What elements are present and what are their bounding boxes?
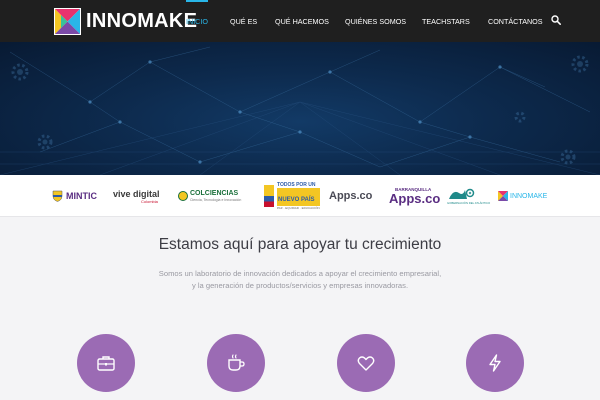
partner-mintic[interactable]: MINTIC bbox=[52, 175, 97, 217]
section-description-line-1: Somos un laboratorio de innovación dedic… bbox=[158, 269, 442, 278]
partner-logos-bar: MINTIC vive digital Colombia COLCIENCIAS… bbox=[0, 175, 600, 217]
section-description: Somos un laboratorio de innovación dedic… bbox=[0, 268, 600, 291]
network-background-graphic bbox=[0, 46, 600, 175]
briefcase-icon bbox=[97, 356, 115, 371]
hero-banner bbox=[0, 42, 600, 175]
colciencias-emblem-icon bbox=[178, 191, 188, 201]
site-logo[interactable]: INNOMAKE bbox=[54, 8, 197, 35]
nav-item-que-es[interactable]: QUÉ ES bbox=[230, 0, 257, 42]
section-headline: Estamos aquí para apoyar tu crecimiento bbox=[158, 236, 442, 253]
nav-item-contactanos[interactable]: CONTÁCTANOS bbox=[488, 0, 543, 42]
feature-briefcase-button[interactable] bbox=[77, 334, 135, 392]
partner-vive-digital[interactable]: vive digital Colombia bbox=[113, 175, 160, 217]
partner-innomake[interactable]: INNOMAKE bbox=[498, 175, 547, 217]
nav-item-teachstars[interactable]: TEACHSTARS bbox=[422, 0, 470, 42]
colombia-flag-icon bbox=[264, 185, 274, 207]
feature-lightning-button[interactable] bbox=[466, 334, 524, 392]
partner-barranquilla-apps-co[interactable]: BARRANQUILLA Apps.co bbox=[389, 175, 440, 217]
logo-text: INNOMAKE bbox=[86, 10, 198, 32]
section-description-line-2: y la generación de productos/servicios y… bbox=[191, 280, 409, 290]
feature-coffee-button[interactable] bbox=[207, 334, 265, 392]
nav-item-inicio[interactable]: INICIO bbox=[186, 0, 208, 42]
innomake-mark-icon bbox=[498, 191, 508, 201]
nav-item-quienes-somos[interactable]: QUIÉNES SOMOS bbox=[345, 0, 406, 42]
partner-todos-por-un-nuevo-pais[interactable]: TODOS POR UN NUEVO PAÍS PAZ · EQUIDAD · … bbox=[264, 175, 320, 217]
nav-item-que-hacemos[interactable]: QUÉ HACEMOS bbox=[275, 0, 329, 42]
logo-mark-icon bbox=[54, 8, 81, 35]
partner-apps-co[interactable]: Apps.co bbox=[329, 175, 372, 217]
gobernacion-logo-icon bbox=[449, 188, 475, 199]
partner-colciencias[interactable]: COLCIENCIAS Ciencia, Tecnología e Innova… bbox=[178, 175, 241, 217]
site-header: INNOMAKE INICIO QUÉ ES QUÉ HACEMOS QUIÉN… bbox=[0, 0, 600, 42]
heart-icon bbox=[357, 356, 375, 371]
lightning-icon bbox=[489, 354, 501, 372]
search-icon[interactable] bbox=[551, 15, 561, 25]
partner-gobernacion-atlantico[interactable]: GOBERNACIÓN DEL ATLÁNTICO bbox=[447, 175, 490, 217]
coffee-cup-icon bbox=[228, 354, 245, 371]
colombia-shield-icon bbox=[52, 190, 63, 202]
feature-heart-button[interactable] bbox=[337, 334, 395, 392]
